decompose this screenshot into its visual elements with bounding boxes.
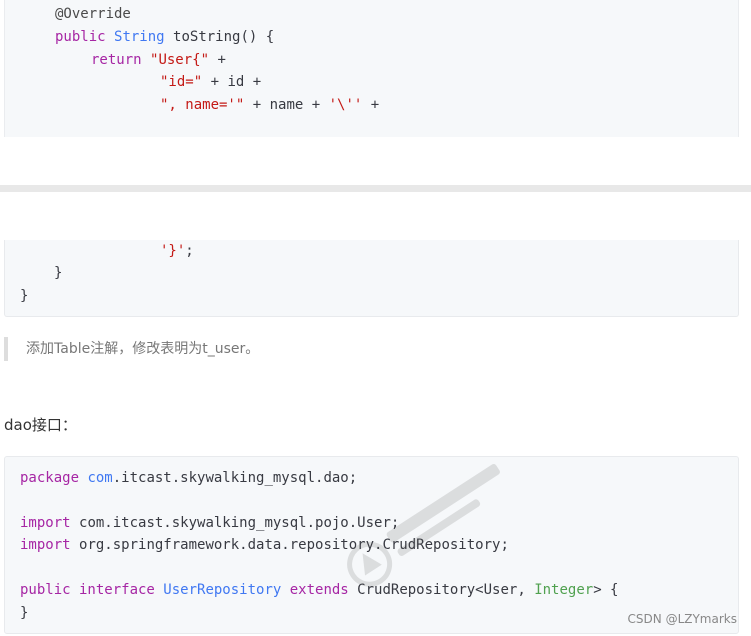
code-token: public (55, 29, 115, 45)
code-token: import (20, 515, 80, 531)
code-token: } (20, 605, 29, 621)
code-token: Integer (534, 582, 594, 598)
code-block-user-tostring: @Override public String toString() { ret… (4, 0, 739, 137)
note-blockquote: 添加Table注解，修改表明为t_user。 (4, 337, 259, 361)
code-line: "id=" + id + (160, 72, 261, 92)
code-token: org.springframework.data.repository.Crud… (79, 537, 509, 553)
csdn-watermark: CSDN @LZYmarks (627, 612, 737, 626)
code-token: + id + (202, 74, 262, 90)
code-block-user-repository: package com.itcast.skywalking_mysql.dao;… (4, 456, 739, 634)
code-token: '}' (160, 243, 186, 259)
code-line: ", name='" + name + '\'' + (160, 95, 379, 115)
code-line: return "User{" + (91, 50, 226, 70)
code-token: @Override (55, 6, 131, 22)
code-line: public interface UserRepository extends … (20, 580, 619, 600)
code-token: String (114, 29, 174, 45)
code-token: ; (185, 243, 194, 259)
code-token: package (20, 470, 88, 486)
code-token: } (54, 265, 63, 281)
note-text: 添加Table注解，修改表明为t_user。 (26, 341, 260, 357)
code-line: } (54, 263, 62, 283)
code-token: > { (593, 582, 619, 598)
code-token: com (87, 470, 113, 486)
code-token: import (20, 537, 80, 553)
code-line: } (20, 286, 28, 306)
code-line: package com.itcast.skywalking_mysql.dao; (20, 468, 357, 488)
code-token: UserRepository (163, 582, 290, 598)
code-token: "id=" (160, 74, 203, 90)
code-line: } (20, 603, 28, 623)
code-token: } (20, 288, 29, 304)
code-line: '}'; (160, 241, 194, 261)
code-token: "User{" (150, 52, 210, 68)
code-line: import org.springframework.data.reposito… (20, 535, 509, 555)
code-line: @Override (55, 4, 131, 24)
code-token: + (209, 52, 226, 68)
code-line: public String toString() { (55, 27, 274, 47)
code-token: toString() { (173, 29, 275, 45)
code-token: public interface (20, 582, 164, 598)
code-token: CrudRepository<User, (357, 582, 535, 598)
code-line: import com.itcast.skywalking_mysql.pojo.… (20, 513, 399, 533)
code-token: + (362, 97, 380, 113)
code-token: ", name='" (160, 97, 245, 113)
page-break-divider (0, 185, 751, 192)
code-block-user-tostring-end: '}'; } } (4, 240, 739, 317)
section-label-dao: dao接口： (4, 416, 77, 434)
code-token: .itcast.skywalking_mysql.dao; (112, 470, 358, 486)
code-token: com.itcast.skywalking_mysql.pojo.User; (79, 515, 400, 531)
code-token: return (91, 52, 151, 68)
code-token: '\'' (328, 97, 363, 113)
code-token: + name + (244, 97, 329, 113)
code-token: extends (289, 582, 358, 598)
